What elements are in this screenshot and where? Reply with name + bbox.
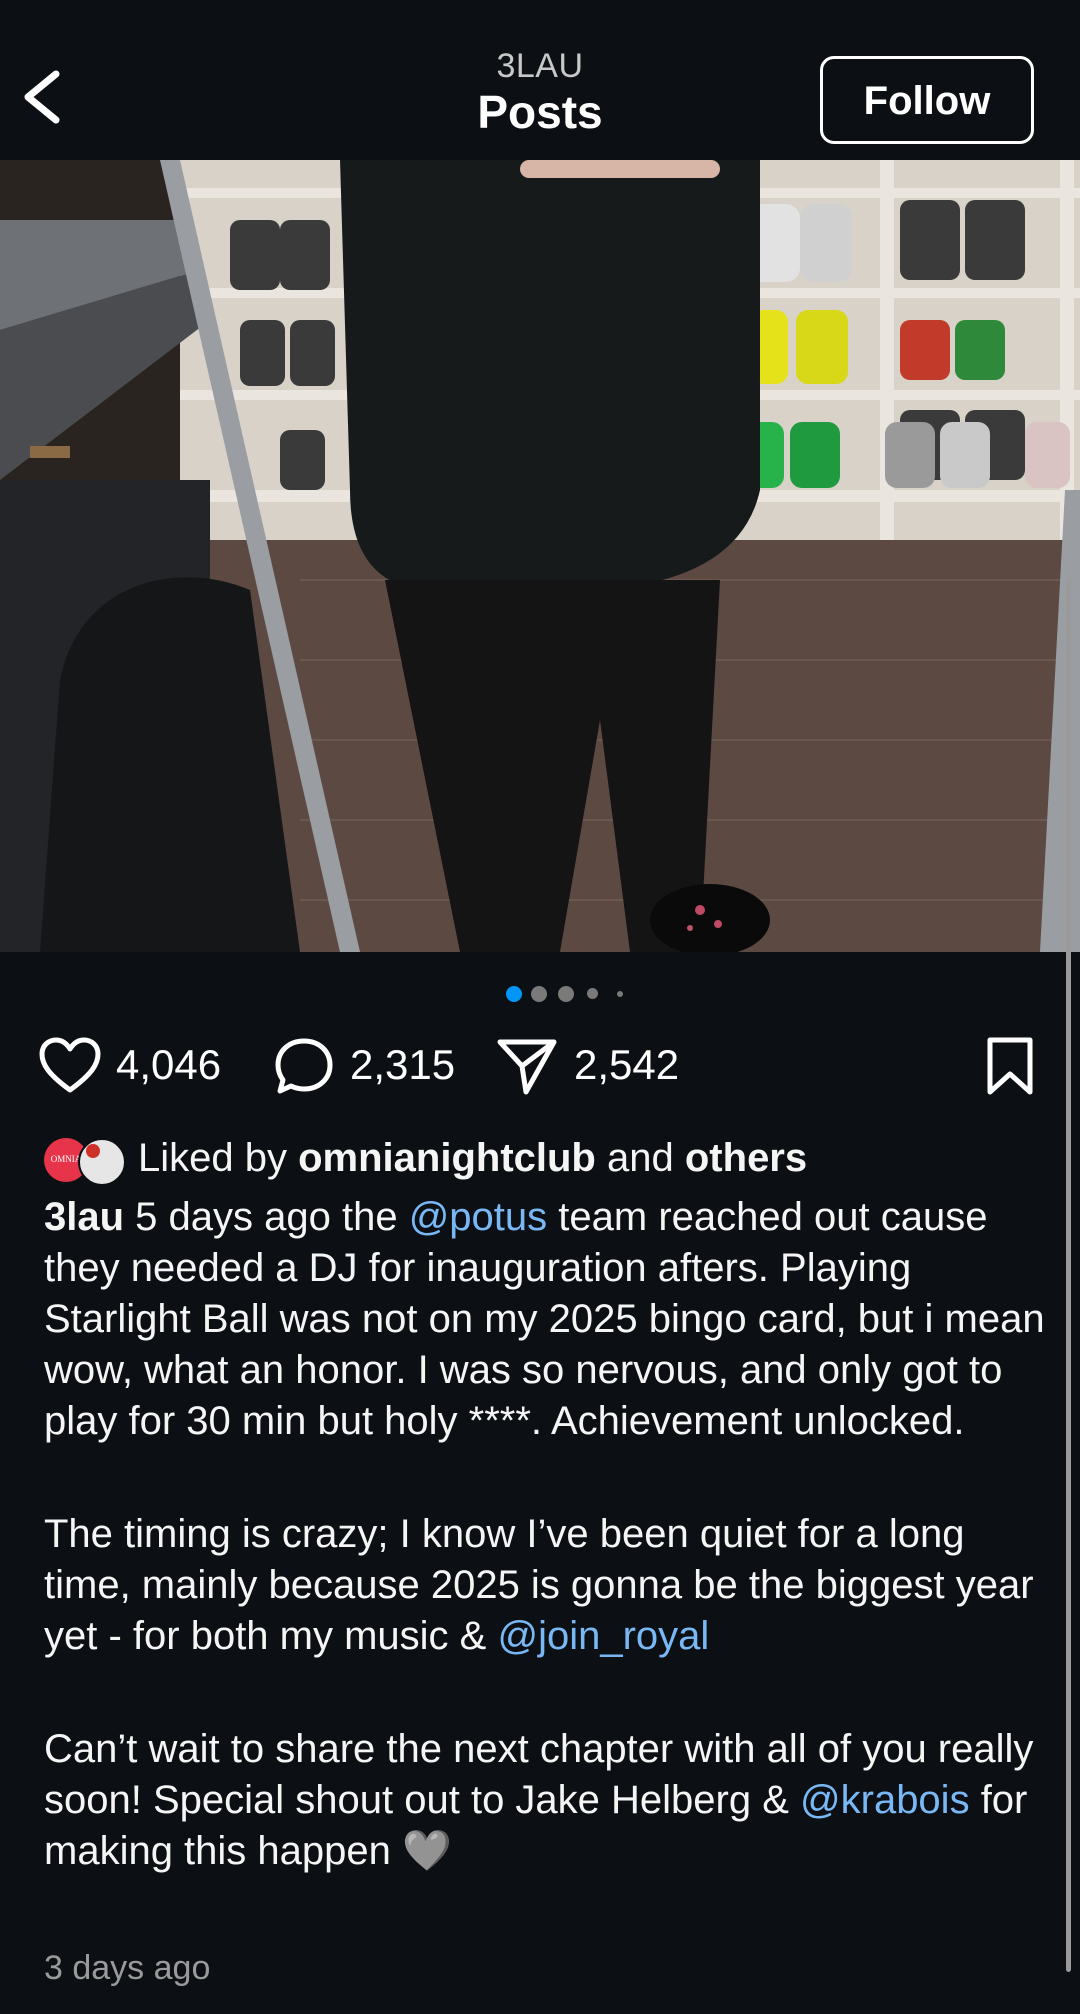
- caption-username[interactable]: 3lau: [44, 1195, 124, 1239]
- liked-by-prefix: Liked by: [138, 1136, 287, 1180]
- caption-paragraph-2: The timing is crazy; I know I’ve been qu…: [44, 1509, 1054, 1662]
- carousel-indicator: [0, 984, 1080, 1004]
- liked-by-others[interactable]: others: [685, 1136, 807, 1180]
- carousel-dot-1: [506, 986, 522, 1002]
- carousel-dot-3: [558, 986, 574, 1002]
- caption-paragraph-1: 3lau 5 days ago the @potus team reached …: [44, 1192, 1054, 1447]
- post-photo-illustration: [0, 160, 1080, 952]
- share-icon[interactable]: [496, 1036, 558, 1096]
- follow-button[interactable]: Follow: [820, 56, 1034, 144]
- likes-count[interactable]: 4,046: [116, 1030, 221, 1100]
- shares-count[interactable]: 2,542: [574, 1030, 679, 1100]
- avatar-photo-accent: [86, 1144, 100, 1158]
- liked-by-row[interactable]: OMNIA Liked by omnianightclub and others: [44, 1128, 1044, 1188]
- liked-by-text: Liked by omnianightclub and others: [138, 1128, 807, 1188]
- mention-krabois[interactable]: @krabois: [800, 1778, 970, 1822]
- caption-paragraph-3: Can’t wait to share the next chapter wit…: [44, 1724, 1054, 1877]
- grey-heart-emoji: 🩶: [402, 1829, 452, 1873]
- comments-count[interactable]: 2,315: [350, 1030, 455, 1100]
- post-caption: 3lau 5 days ago the @potus team reached …: [44, 1192, 1054, 1877]
- post-image[interactable]: [0, 160, 1080, 952]
- carousel-dot-5: [617, 991, 623, 997]
- post-timestamp: 3 days ago: [44, 1949, 211, 1987]
- liker-avatar-2[interactable]: [78, 1138, 126, 1186]
- scrollbar[interactable]: [1066, 578, 1071, 1972]
- liked-by-connector: and: [607, 1136, 674, 1180]
- mention-potus[interactable]: @potus: [409, 1195, 547, 1239]
- carousel-dot-2: [531, 986, 547, 1002]
- top-bar: 3LAU Posts Follow: [0, 0, 1080, 160]
- action-bar: 4,046 2,315 2,542: [0, 1030, 1080, 1100]
- liked-by-user[interactable]: omnianightclub: [298, 1136, 596, 1180]
- bookmark-icon[interactable]: [984, 1036, 1036, 1096]
- mention-join-royal[interactable]: @join_royal: [497, 1614, 709, 1658]
- heart-icon[interactable]: [38, 1036, 102, 1096]
- comment-icon[interactable]: [274, 1036, 336, 1096]
- carousel-dot-4: [587, 988, 598, 999]
- caption-text: 5 days ago the: [124, 1195, 409, 1239]
